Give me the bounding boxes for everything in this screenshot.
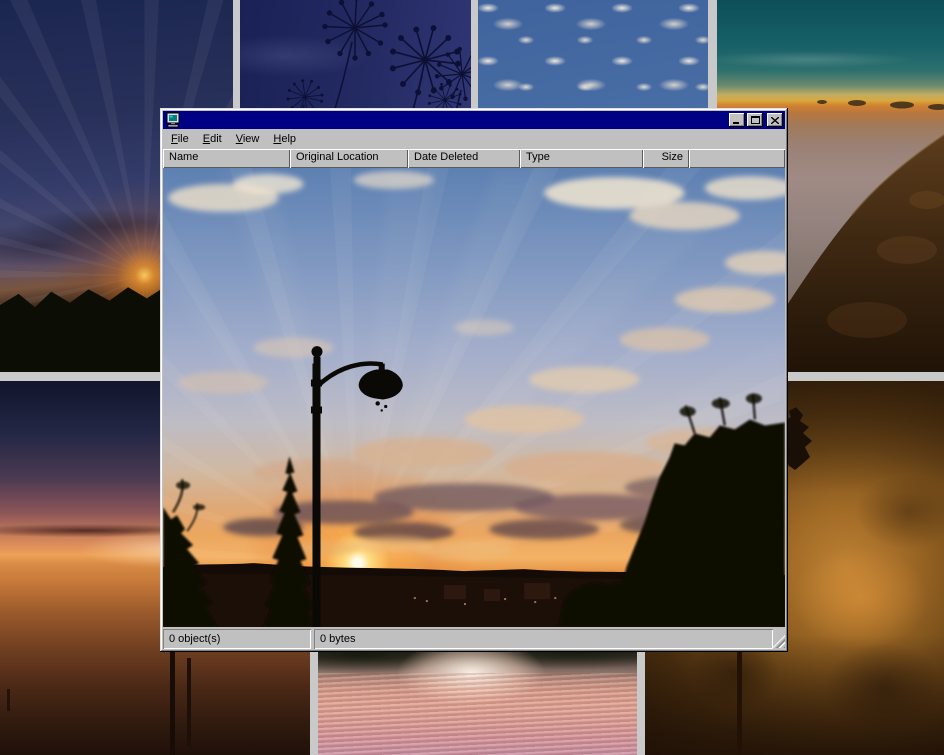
maximize-button[interactable] xyxy=(747,113,763,127)
lake-pole xyxy=(187,658,191,746)
status-bar: 0 object(s) 0 bytes xyxy=(163,629,785,649)
close-icon xyxy=(771,117,779,124)
lake-pole xyxy=(170,652,175,755)
status-object-count: 0 object(s) xyxy=(163,629,311,649)
column-header-size[interactable]: Size xyxy=(643,149,689,168)
menu-bar: File Edit View Help xyxy=(163,129,785,149)
close-button[interactable] xyxy=(767,113,783,127)
file-list-viewport[interactable] xyxy=(163,168,785,627)
minimize-icon xyxy=(733,117,741,124)
window-controls xyxy=(729,113,783,127)
photo-silhouettes xyxy=(163,168,785,627)
maximize-icon xyxy=(751,116,760,124)
column-header-name[interactable]: Name xyxy=(163,149,290,168)
recycle-bin-window: File Edit View Help Name Original Locati… xyxy=(160,108,788,652)
minimize-button[interactable] xyxy=(729,113,745,127)
lake-pole xyxy=(7,689,10,711)
menu-item-edit[interactable]: Edit xyxy=(196,131,229,147)
menu-item-file[interactable]: File xyxy=(164,131,196,147)
desktop-collage: File Edit View Help Name Original Locati… xyxy=(0,0,944,755)
column-header-type[interactable]: Type xyxy=(520,149,643,168)
water-ripples xyxy=(318,673,637,755)
column-header-row: Name Original Location Date Deleted Type… xyxy=(163,149,785,168)
menu-item-view[interactable]: View xyxy=(229,131,267,147)
computer-window-icon[interactable] xyxy=(165,112,181,128)
status-byte-count: 0 bytes xyxy=(314,629,773,649)
title-bar[interactable] xyxy=(163,111,785,129)
column-header-original-location[interactable]: Original Location xyxy=(290,149,408,168)
resize-grip[interactable] xyxy=(772,635,785,648)
column-header-date-deleted[interactable]: Date Deleted xyxy=(408,149,520,168)
menu-item-help[interactable]: Help xyxy=(266,131,303,147)
left-bush-silhouette xyxy=(163,479,217,627)
sunset-lamp-photo xyxy=(163,168,785,627)
column-header-filler xyxy=(689,149,785,168)
thin-pole xyxy=(737,639,742,755)
